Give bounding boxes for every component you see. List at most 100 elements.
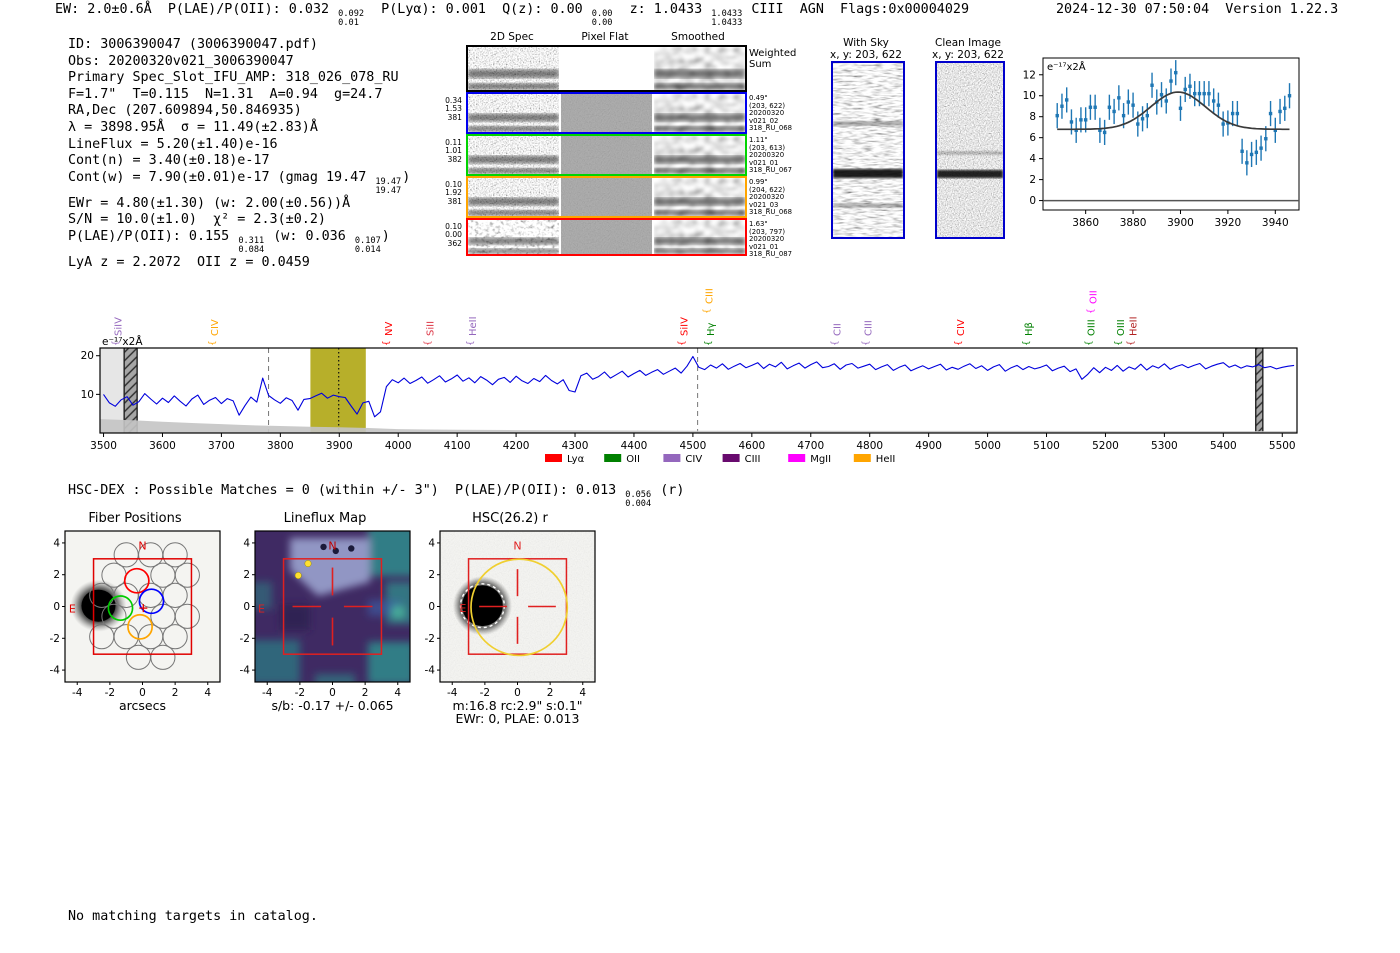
svg-text:3940: 3940	[1262, 217, 1289, 228]
svg-text:CII: CII	[832, 323, 843, 336]
svg-text:NV: NV	[384, 322, 395, 336]
svg-text:-2: -2	[240, 633, 250, 645]
svg-text:5000: 5000	[974, 440, 1001, 452]
svg-text:12: 12	[1023, 69, 1036, 81]
svg-text:{: {	[208, 340, 218, 346]
spec2d-row-left-stats: 0.10 0.00 362	[445, 222, 462, 248]
svg-text:4400: 4400	[621, 440, 648, 452]
svg-text:SiIV: SiIV	[680, 317, 691, 336]
svg-text:MgII: MgII	[810, 454, 831, 465]
svg-text:-4: -4	[425, 665, 436, 677]
spec2d-row-right-info: 1.11" (203, 613) 20200320 v021_01 318_RU…	[749, 136, 793, 175]
cleanimage-image	[935, 61, 1005, 239]
spec2d-row-right-info: 1.63" (203, 797) 20200320 v021_01 318_RU…	[749, 220, 793, 259]
svg-text:4500: 4500	[680, 440, 707, 452]
spec2d-cell	[468, 220, 559, 254]
header-timestamp-version: 2024-12-30 07:50:04 Version 1.22.3	[1056, 2, 1339, 17]
svg-text:0: 0	[53, 601, 60, 613]
info-line: EWr = 4.80(±1.30) (w: 2.00(±0.56))Å	[68, 195, 351, 211]
svg-text:3600: 3600	[149, 440, 176, 452]
svg-text:4100: 4100	[444, 440, 471, 452]
svg-text:5300: 5300	[1151, 440, 1178, 452]
svg-text:0: 0	[243, 601, 250, 613]
svg-text:2: 2	[53, 569, 60, 581]
svg-text:CIV: CIV	[956, 319, 967, 336]
svg-text:-4: -4	[72, 687, 83, 699]
svg-text:20: 20	[81, 350, 94, 362]
withsky-title: With Sky x, y: 203, 622	[811, 37, 921, 61]
spec2d-row-strip	[466, 218, 747, 256]
info-line: λ = 3898.95Å σ = 11.49(±2.83)Å	[68, 119, 318, 135]
svg-text:5200: 5200	[1092, 440, 1119, 452]
svg-text:E: E	[258, 602, 265, 615]
info-line: Primary Spec_Slot_IFU_AMP: 318_026_078_R…	[68, 70, 399, 86]
svg-text:5500: 5500	[1269, 440, 1296, 452]
svg-text:5100: 5100	[1033, 440, 1060, 452]
spec2d-cell	[654, 178, 745, 216]
spec2d-cell	[468, 178, 559, 216]
svg-text:arcsecs: arcsecs	[119, 698, 166, 713]
svg-text:HeII: HeII	[876, 454, 896, 465]
stacked-uncertainty: 0.056 0.004	[625, 490, 652, 509]
svg-text:3700: 3700	[208, 440, 235, 452]
svg-text:3500: 3500	[90, 440, 117, 452]
svg-text:OII: OII	[626, 454, 640, 465]
lineflux-map-panel: -4-4-2-2002244 NEs/b: -0.17 +/- 0.065	[240, 530, 411, 713]
svg-text:OIII: OIII	[1116, 319, 1127, 336]
spec2d-col-title-pixelflat: Pixel Flat	[581, 31, 629, 43]
info-line: Obs: 20200320v021_3006390047	[68, 53, 294, 69]
stacked-uncertainty: 0.107 0.014	[354, 235, 381, 255]
svg-text:{: {	[862, 340, 872, 346]
spec2d-row-right-info: 0.49" (203, 622) 20200320 v021_02 318_RU…	[749, 94, 793, 133]
svg-text:Hγ: Hγ	[706, 322, 717, 336]
spec2d-row-right-info: Weighted Sum	[749, 48, 797, 70]
full-spectrum-chart: 3500 3600 3700 3800 3900 4000 4100 4200 4300 4400…	[81, 288, 1298, 465]
svg-text:SiII: SiII	[426, 321, 437, 336]
svg-text:3900: 3900	[326, 440, 353, 452]
svg-text:N: N	[138, 539, 146, 552]
svg-text:e⁻¹⁷x2Å: e⁻¹⁷x2Å	[1047, 60, 1086, 73]
spec2d-cell	[654, 136, 745, 174]
cleanimage-title-text: Clean Image	[934, 37, 1002, 49]
line-fit-inset-chart: 0 2 4 6 8 10 12 3860 3880 3900 3920 3940 e⁻¹⁷x2Å	[1023, 57, 1300, 228]
svg-text:{: {	[678, 340, 688, 346]
svg-text:CIII: CIII	[864, 320, 875, 336]
header-summary-line: EW: 2.0±0.6Å P(LAE)/P(OII): 0.032 0.092 0…	[55, 2, 970, 28]
spec2d-cell	[561, 220, 652, 254]
svg-text:HeII: HeII	[1129, 316, 1140, 336]
svg-text:4: 4	[204, 687, 211, 699]
svg-text:10: 10	[81, 389, 94, 401]
stacked-uncertainty: 19.47 19.47	[375, 176, 402, 196]
spec2d-cell	[561, 94, 652, 132]
spec2d-cell	[468, 94, 559, 132]
spec2d-row-strip	[466, 45, 747, 92]
svg-text:{: {	[704, 340, 714, 346]
svg-text:4200: 4200	[503, 440, 530, 452]
svg-text:{: {	[1114, 340, 1124, 346]
spec2d-row-left-stats: 0.10 1.92 381	[445, 180, 462, 206]
svg-text:2: 2	[428, 569, 435, 581]
info-line: ID: 3006390047 (3006390047.pdf)	[68, 37, 318, 52]
spec2d-cell	[654, 220, 745, 254]
stacked-uncertainty: 0.092 0.01	[338, 9, 365, 28]
info-line: LineFlux = 5.20(±1.40)e-16	[68, 136, 278, 152]
stacked-uncertainty: 1.0433 1.0433	[711, 9, 743, 28]
svg-text:{: {	[382, 340, 392, 346]
spec2d-row-strip	[466, 92, 747, 134]
hsc-cutout-panel: NE-4-4-2-2002244m:16.8 rc:2.9" s:0.1"EWr…	[425, 530, 596, 724]
footer-notes: No matching targets in catalog. Row inte…	[68, 876, 318, 953]
svg-text:2: 2	[172, 687, 179, 699]
svg-text:3800: 3800	[267, 440, 294, 452]
withsky-image	[831, 61, 905, 239]
cleanimage-title: Clean Image x, y: 203, 622	[913, 37, 1023, 61]
info-line: Cont(w) = 7.90(±0.01)e-17 (gmag 19.47 19…	[68, 169, 411, 196]
svg-text:3860: 3860	[1072, 217, 1099, 228]
spec2d-row-strip	[466, 134, 747, 176]
svg-text:CIV: CIV	[210, 319, 221, 336]
svg-text:-2: -2	[105, 687, 115, 699]
spec2d-col-title-smoothed: Smoothed	[671, 31, 725, 43]
svg-text:E: E	[459, 602, 466, 615]
fiber-positions-panel: NE-4-4-2-2002244arcsecs	[50, 530, 221, 713]
svg-text:4: 4	[53, 537, 60, 549]
svg-text:4700: 4700	[797, 440, 824, 452]
